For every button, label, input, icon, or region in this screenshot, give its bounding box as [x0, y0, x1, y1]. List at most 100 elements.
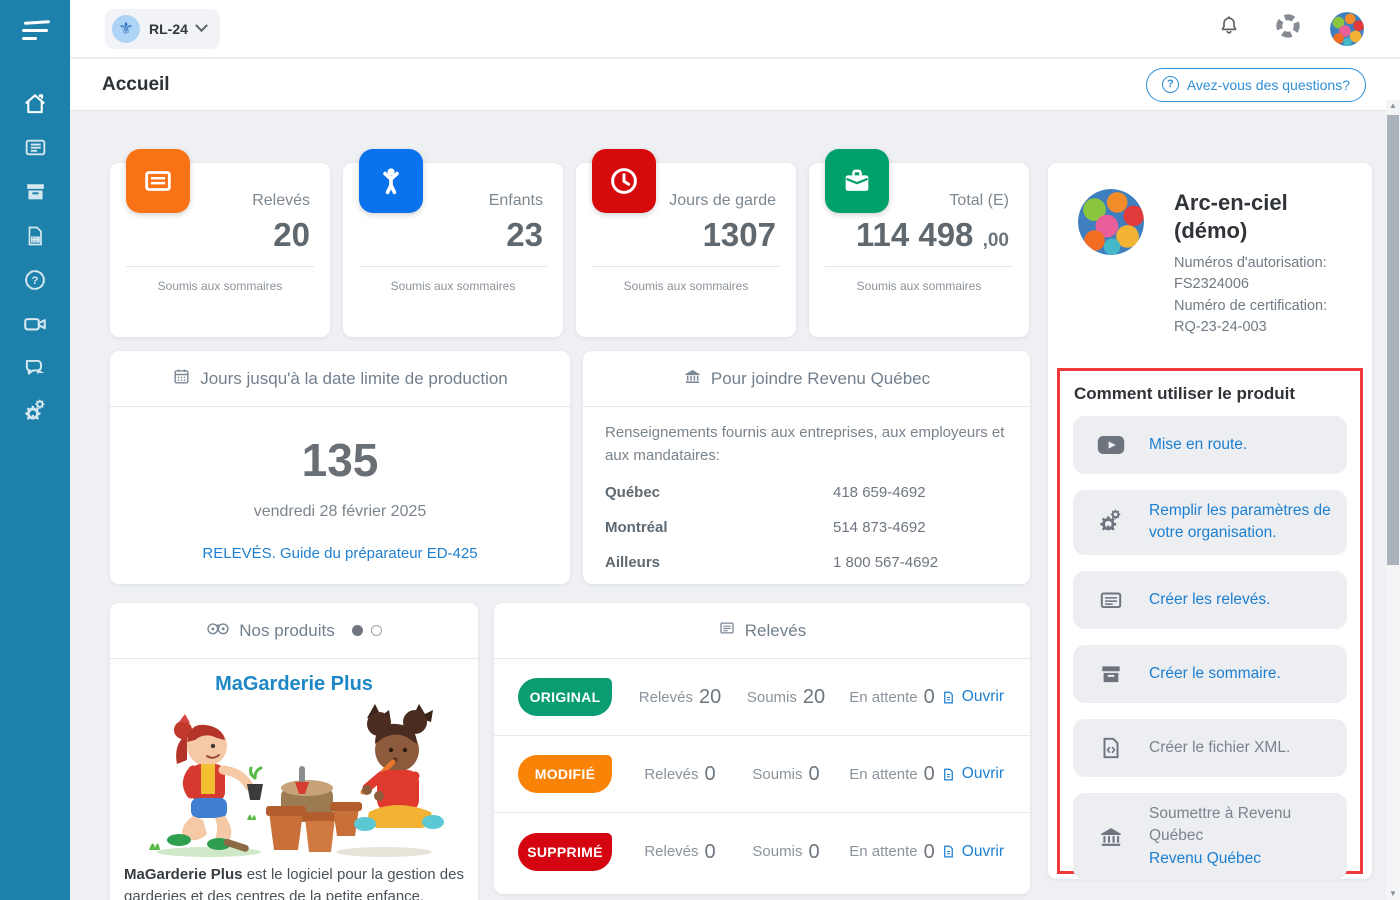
lifebuoy-icon: [1275, 13, 1301, 44]
carousel-dot-active[interactable]: [352, 625, 363, 636]
divider: [825, 266, 1013, 267]
menu-toggle-icon[interactable]: [0, 0, 70, 60]
carousel-dot[interactable]: [371, 625, 382, 636]
chevron-down-icon: [195, 19, 208, 32]
scrollbar-thumb[interactable]: [1387, 115, 1399, 565]
auth-label: Numéros d'autorisation:: [1174, 253, 1354, 274]
howto-title: Comment utiliser le produit: [1074, 384, 1346, 404]
contact-title: Pour joindre Revenu Québec: [711, 369, 930, 389]
bell-icon: [1217, 14, 1241, 43]
guide-link[interactable]: RELEVÉS. Guide du préparateur ED-425: [110, 545, 570, 562]
sidebar-item-settings[interactable]: [0, 392, 70, 436]
product-name-link[interactable]: MaGarderie Plus: [110, 673, 478, 696]
calendar-icon: [172, 367, 191, 391]
howto-item-soumettre[interactable]: Soumettre à Revenu QuébecRevenu Québec: [1073, 793, 1347, 880]
howto-item-creer-sommaire[interactable]: Créer le sommaire.: [1073, 645, 1347, 703]
organization-avatar: [1078, 189, 1144, 255]
divider: [126, 266, 314, 267]
sidebar-item-forms[interactable]: [0, 128, 70, 172]
vertical-scrollbar[interactable]: ▲ ▼: [1386, 100, 1400, 900]
sidebar-item-help[interactable]: ?: [0, 260, 70, 304]
howto-item-fichier-xml[interactable]: Créer le fichier XML.: [1073, 719, 1347, 777]
contact-card: Pour joindre Revenu Québec Renseignement…: [583, 351, 1030, 584]
open-link[interactable]: Ouvrir: [941, 765, 1004, 783]
questions-button[interactable]: ? Avez-vous des questions?: [1146, 68, 1366, 102]
subheader: Accueil ? Avez-vous des questions?: [70, 59, 1400, 111]
stat-value: 23: [363, 216, 543, 254]
cert-label: Numéro de certification:: [1174, 296, 1354, 317]
cell-releves: Relevés20: [638, 685, 722, 709]
deadline-date: vendredi 28 février 2025: [110, 503, 570, 521]
stat-value: 1307: [596, 216, 776, 254]
cell-releves: Relevés0: [638, 762, 722, 786]
howto-item-creer-releves[interactable]: Créer les relevés.: [1073, 571, 1347, 629]
clock-icon: [592, 149, 656, 213]
stat-value: 114 498 ,00: [829, 216, 1009, 254]
cell-soumis: Soumis20: [736, 685, 836, 709]
days-remaining: 135: [110, 433, 570, 487]
stat-card-jours-garde: Jours de garde 1307 Soumis aux sommaires: [576, 163, 796, 337]
document-lines-icon: [718, 619, 736, 642]
products-illustration: [110, 700, 478, 862]
cell-releves: Relevés0: [638, 840, 722, 864]
help-badge-icon: ?: [22, 267, 48, 298]
status-badge: SUPPRIMÉ: [518, 833, 612, 871]
howto-label: Mise en route.: [1149, 424, 1347, 466]
open-link[interactable]: Ouvrir: [941, 843, 1004, 861]
contact-phone: 418 659-4692: [833, 484, 926, 501]
releves-table-card: Relevés ORIGINAL Relevés20 Soumis20 En a…: [494, 603, 1030, 894]
support-button[interactable]: [1271, 12, 1305, 46]
stat-value: 20: [130, 216, 310, 254]
product-switcher[interactable]: ⚜ RL-24: [105, 9, 220, 49]
cell-en-attente: En attente0: [848, 762, 936, 786]
contact-row: Montréal 514 873-4692: [605, 510, 1008, 545]
organization-numbers: Numéros d'autorisation: FS2324006 Numéro…: [1174, 253, 1354, 339]
table-row-original: ORIGINAL Relevés20 Soumis20 En attente0 …: [494, 659, 1030, 736]
howto-label: Remplir les paramètres de votre organisa…: [1149, 490, 1347, 555]
howto-item-parametres[interactable]: Remplir les paramètres de votre organisa…: [1073, 490, 1347, 555]
stat-cents: ,00: [983, 230, 1009, 251]
cert-value: RQ-23-24-003: [1174, 317, 1354, 338]
stat-footer: Soumis aux sommaires: [343, 279, 563, 293]
howto-label: Soumettre à Revenu QuébecRevenu Québec: [1149, 793, 1347, 880]
scroll-down-icon[interactable]: ▼: [1386, 888, 1400, 900]
releves-table-title: Relevés: [745, 621, 806, 641]
notifications-button[interactable]: [1212, 12, 1246, 46]
auth-value: FS2324006: [1174, 274, 1354, 295]
file-code-icon: [1073, 735, 1149, 761]
child-icon: [359, 149, 423, 213]
archive-box-icon: [1073, 661, 1149, 687]
youtube-play-icon: [1073, 433, 1149, 457]
document-lines-icon: [126, 149, 190, 213]
sidebar-item-home[interactable]: [0, 84, 70, 128]
sidebar-item-documents[interactable]: [0, 216, 70, 260]
stat-footer: Soumis aux sommaires: [110, 279, 330, 293]
table-row-modifie: MODIFIÉ Relevés0 Soumis0 En attente0 Ouv…: [494, 736, 1030, 813]
contact-city: Québec: [605, 484, 833, 501]
archive-box-icon: [23, 179, 48, 209]
sidebar-item-chat[interactable]: [0, 348, 70, 392]
sidebar-item-videos[interactable]: [0, 304, 70, 348]
bank-icon: [1073, 824, 1149, 850]
open-link[interactable]: Ouvrir: [941, 688, 1004, 706]
scroll-up-icon[interactable]: ▲: [1386, 100, 1400, 112]
product-switcher-label: RL-24: [149, 21, 188, 37]
contact-city: Montréal: [605, 519, 833, 536]
product-description: MaGarderie Plus est le logiciel pour la …: [124, 864, 464, 900]
sidebar-item-summaries[interactable]: [0, 172, 70, 216]
binoculars-icon: [206, 619, 230, 642]
stat-card-enfants: Enfants 23 Soumis aux sommaires: [343, 163, 563, 337]
stat-card-releves: Relevés 20 Soumis aux sommaires: [110, 163, 330, 337]
howto-item-mise-en-route[interactable]: Mise en route.: [1073, 416, 1347, 474]
contact-city: Ailleurs: [605, 554, 833, 571]
stat-card-total: Total (E) 114 498 ,00 Soumis aux sommair…: [809, 163, 1029, 337]
howto-label: Créer les relevés.: [1149, 579, 1347, 621]
stat-footer: Soumis aux sommaires: [576, 279, 796, 293]
deadline-card: Jours jusqu'à la date limite de producti…: [110, 351, 570, 584]
user-avatar[interactable]: [1330, 12, 1364, 46]
chat-bubbles-icon: [22, 355, 48, 386]
table-row-supprime: SUPPRIMÉ Relevés0 Soumis0 En attente0 Ou…: [494, 813, 1030, 890]
calc-document-icon: [23, 224, 47, 253]
howto-label: Créer le fichier XML.: [1149, 727, 1347, 769]
organization-panel: Arc-en-ciel (démo) Numéros d'autorisatio…: [1048, 163, 1372, 879]
